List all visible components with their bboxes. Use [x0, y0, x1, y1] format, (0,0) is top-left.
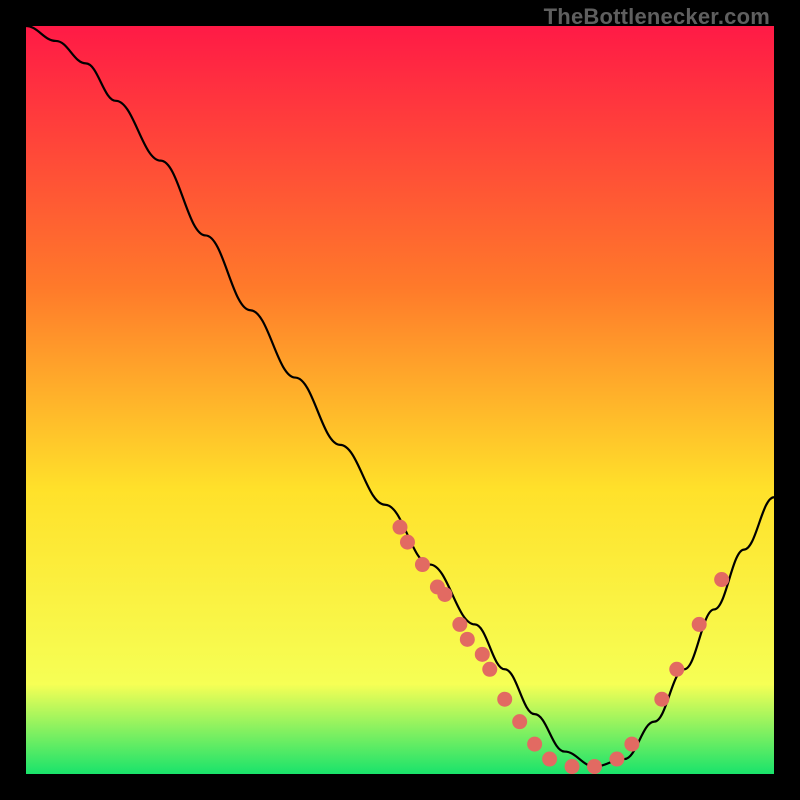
chart-svg	[26, 26, 774, 774]
data-point	[497, 692, 512, 707]
data-point	[654, 692, 669, 707]
gradient-background	[26, 26, 774, 774]
watermark-text: TheBottlenecker.com	[544, 4, 770, 30]
data-point	[587, 759, 602, 774]
data-point	[512, 714, 527, 729]
data-point	[400, 535, 415, 550]
data-point	[475, 647, 490, 662]
data-point	[482, 662, 497, 677]
data-point	[624, 737, 639, 752]
data-point	[415, 557, 430, 572]
data-point	[714, 572, 729, 587]
data-point	[460, 632, 475, 647]
data-point	[669, 662, 684, 677]
data-point	[542, 752, 557, 767]
data-point	[565, 759, 580, 774]
data-point	[393, 520, 408, 535]
data-point	[452, 617, 467, 632]
data-point	[527, 737, 542, 752]
chart-frame	[26, 26, 774, 774]
data-point	[692, 617, 707, 632]
data-point	[609, 752, 624, 767]
data-point	[437, 587, 452, 602]
